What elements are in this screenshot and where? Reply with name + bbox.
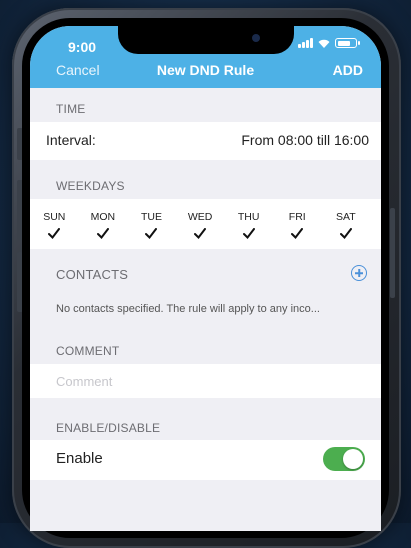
- day-label: SUN: [43, 211, 66, 223]
- comment-section-header: COMMENT: [56, 344, 120, 358]
- checkmark-icon: [291, 228, 304, 239]
- checkmark-icon: [48, 228, 61, 239]
- day-label: WED: [187, 211, 213, 223]
- day-fri[interactable]: FRI: [273, 211, 322, 239]
- interval-label: Interval:: [46, 132, 96, 148]
- enable-toggle[interactable]: [323, 447, 365, 471]
- enable-label: Enable: [56, 450, 103, 467]
- day-label: MON: [90, 211, 116, 223]
- comment-input[interactable]: [30, 364, 381, 398]
- checkmark-icon: [96, 228, 109, 239]
- battery-icon: [335, 38, 360, 48]
- day-label: SAT: [336, 211, 356, 223]
- status-time: 9:00: [68, 39, 97, 55]
- phone-screen: 9:00 Cancel New DND Rule ADD TIME Interv…: [30, 26, 381, 531]
- contacts-note: No contacts specified. The rule will app…: [56, 303, 320, 315]
- day-wed[interactable]: WED: [176, 211, 225, 239]
- day-label: THU: [237, 211, 260, 223]
- day-sat[interactable]: SAT: [322, 211, 371, 239]
- page-title: New DND Rule: [156, 62, 255, 78]
- day-label: FRI: [288, 211, 306, 223]
- time-section-header: TIME: [56, 102, 86, 116]
- weekdays-row: SUN MON TUE WED THU FRI SAT: [30, 199, 381, 249]
- add-contact-icon[interactable]: [351, 265, 367, 281]
- checkmark-icon: [145, 228, 158, 239]
- day-tue[interactable]: TUE: [127, 211, 176, 239]
- notch: [118, 26, 294, 54]
- day-thu[interactable]: THU: [224, 211, 273, 239]
- power-button: [390, 208, 395, 298]
- checkmark-icon: [339, 228, 352, 239]
- add-button[interactable]: ADD: [333, 62, 363, 78]
- enable-section-header: ENABLE/DISABLE: [56, 421, 161, 435]
- weekdays-section-header: WEEKDAYS: [56, 179, 125, 193]
- enable-row: Enable: [30, 440, 381, 480]
- interval-value: From 08:00 till 16:00: [241, 132, 369, 148]
- checkmark-icon: [194, 228, 207, 239]
- day-sun[interactable]: SUN: [30, 211, 79, 239]
- checkmark-icon: [242, 228, 255, 239]
- signal-icon: [298, 38, 313, 48]
- contacts-section-header: CONTACTS: [56, 267, 129, 282]
- day-label: TUE: [140, 211, 162, 223]
- weekday-list: SUN MON TUE WED THU FRI SAT: [30, 211, 381, 239]
- camera-icon: [252, 34, 260, 42]
- day-mon[interactable]: MON: [79, 211, 128, 239]
- interval-row[interactable]: Interval: From 08:00 till 16:00: [30, 122, 381, 160]
- toggle-knob: [343, 449, 363, 469]
- status-icons: [298, 38, 360, 48]
- wifi-icon: [318, 39, 330, 48]
